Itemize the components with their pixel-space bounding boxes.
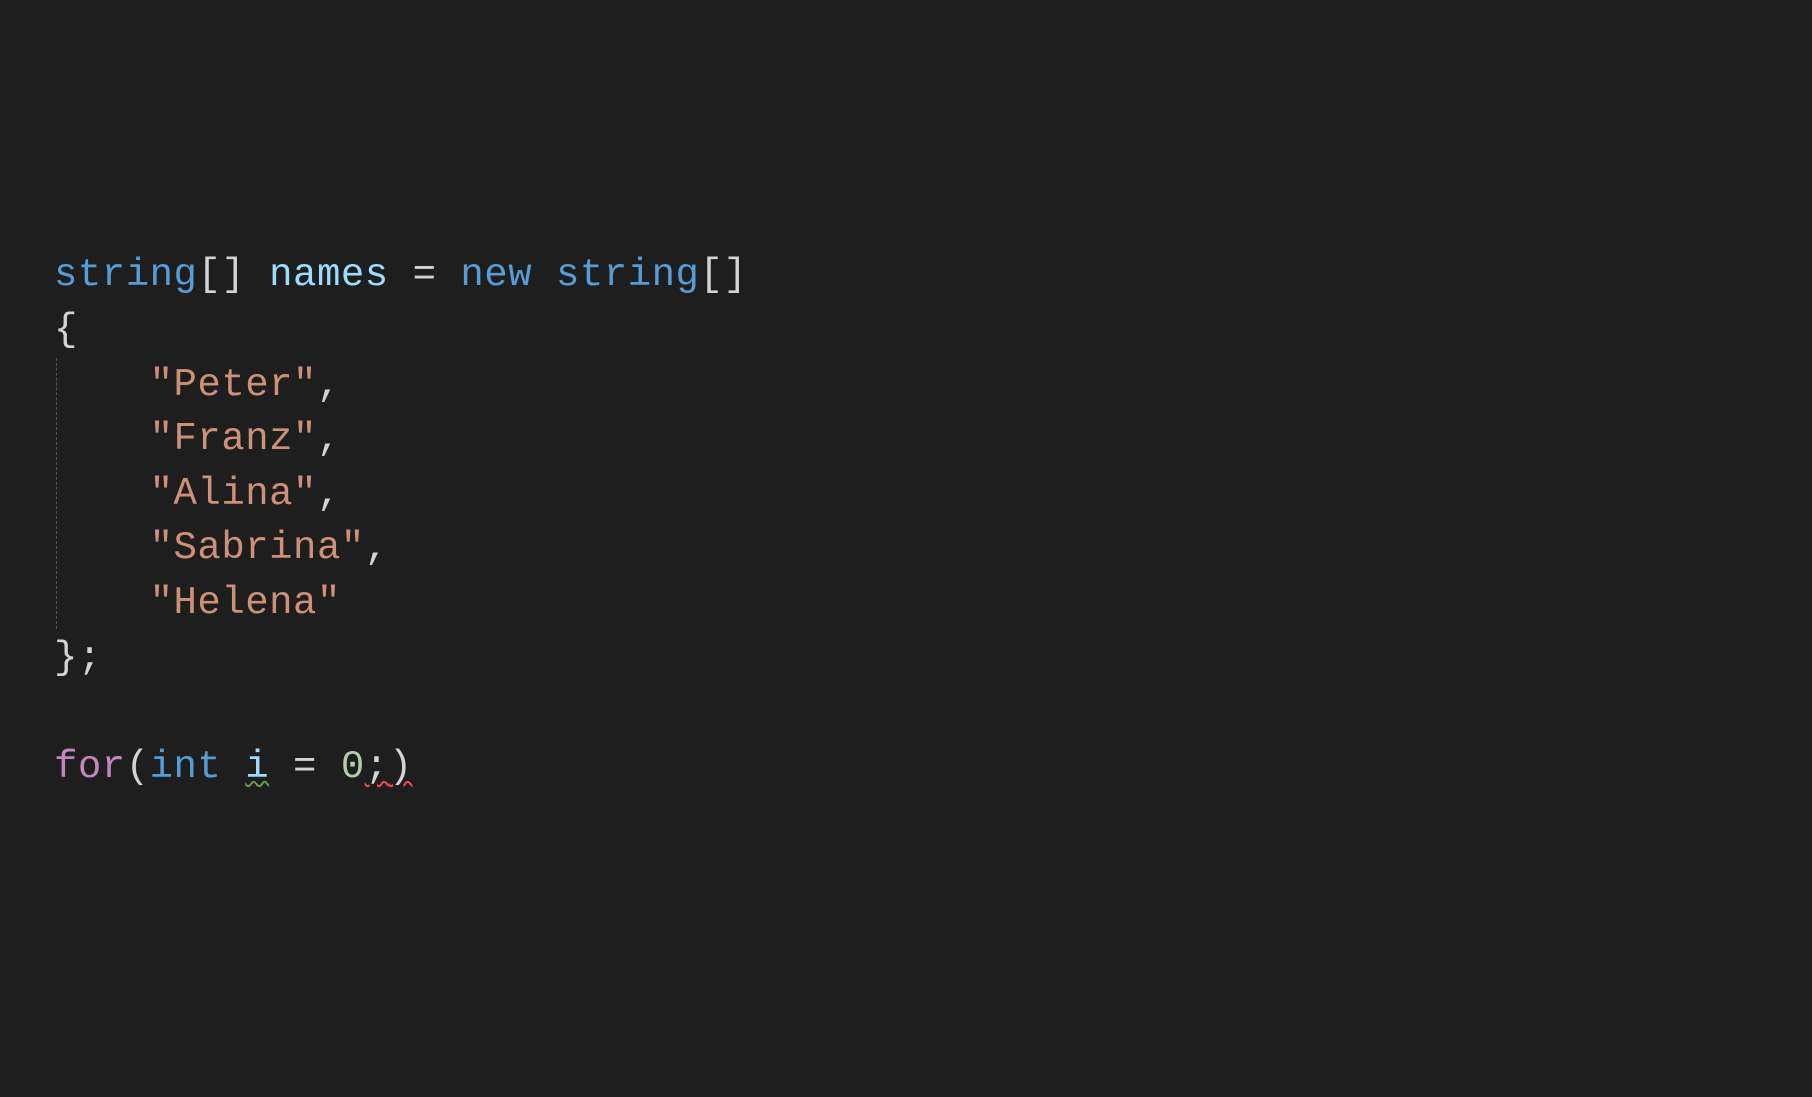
string-literal: "Franz" [150, 417, 317, 461]
comma: , [317, 363, 341, 407]
comma: , [365, 526, 389, 570]
assign-op: = [389, 253, 461, 297]
semicolon-error: ; [365, 745, 389, 789]
open-brace: { [54, 308, 78, 352]
indent-guide-icon [56, 467, 57, 520]
close-brace: }; [54, 636, 102, 680]
string-literal: "Peter" [150, 363, 317, 407]
code-line-9 [54, 685, 1796, 740]
code-line-4: "Franz", [54, 412, 1796, 467]
indent-guide-icon [56, 576, 57, 629]
comma: , [317, 472, 341, 516]
close-paren-error: ) [389, 745, 413, 789]
code-line-1: string[] names = new string[] [54, 248, 1796, 303]
code-editor[interactable]: string[] names = new string[]{ "Peter", … [54, 248, 1796, 794]
int-keyword: int [150, 745, 222, 789]
indent-guide-icon [56, 412, 57, 465]
assign-op: = [269, 745, 341, 789]
code-line-7: "Helena" [54, 576, 1796, 631]
type-keyword: string [556, 253, 699, 297]
type-keyword: string [54, 253, 197, 297]
brackets: [] [197, 253, 245, 297]
code-line-2: { [54, 303, 1796, 358]
code-line-10: for(int i = 0;) [54, 740, 1796, 795]
open-paren: ( [126, 745, 150, 789]
indent-guide-icon [56, 358, 57, 411]
code-line-5: "Alina", [54, 467, 1796, 522]
number-literal: 0 [341, 745, 365, 789]
brackets: [] [699, 253, 747, 297]
new-keyword: new [460, 253, 532, 297]
loop-variable: i [245, 745, 269, 789]
code-line-6: "Sabrina", [54, 521, 1796, 576]
code-line-3: "Peter", [54, 358, 1796, 413]
for-keyword: for [54, 745, 126, 789]
code-line-8: }; [54, 631, 1796, 686]
string-literal: "Alina" [150, 472, 317, 516]
variable-name: names [269, 253, 389, 297]
string-literal: "Helena" [150, 581, 341, 625]
comma: , [317, 417, 341, 461]
string-literal: "Sabrina" [150, 526, 365, 570]
indent-guide-icon [56, 521, 57, 574]
